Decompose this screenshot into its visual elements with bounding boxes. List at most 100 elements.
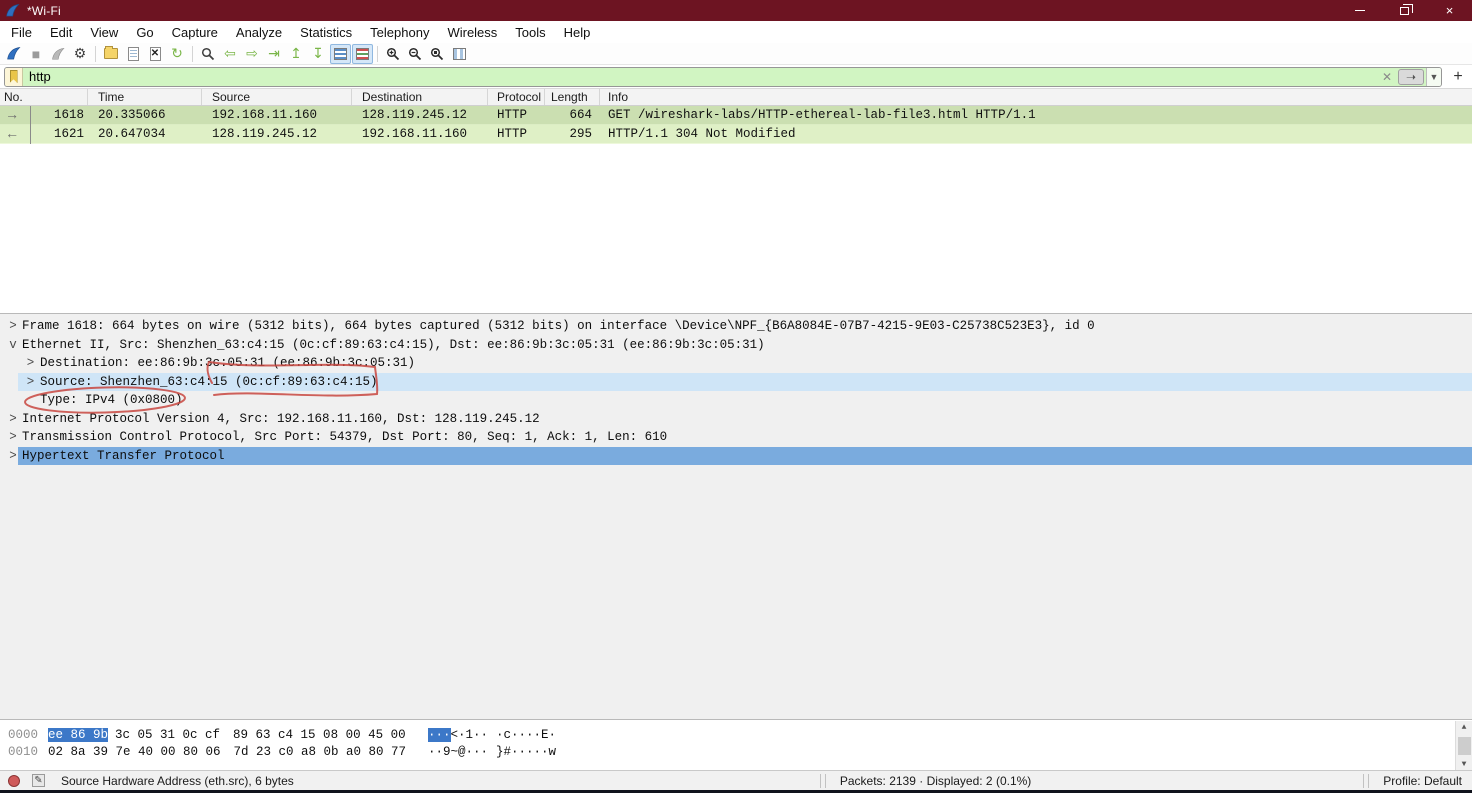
zoom-in-button[interactable] bbox=[383, 44, 404, 64]
expander-icon[interactable]: > bbox=[6, 430, 20, 444]
packet-count-status: Packets: 2139 · Displayed: 2 (0.1%) bbox=[840, 774, 1031, 788]
response-arrow-icon: ← bbox=[8, 125, 16, 144]
last-packet-button[interactable]: ↧ bbox=[308, 44, 329, 64]
reload-file-button[interactable]: ↻ bbox=[167, 44, 188, 64]
menu-go[interactable]: Go bbox=[127, 22, 162, 42]
close-button[interactable]: × bbox=[1427, 0, 1472, 21]
column-header-time[interactable]: Time bbox=[88, 89, 202, 105]
ascii-group1: ··9~@··· bbox=[428, 745, 488, 759]
ascii-group2: ·c····E· bbox=[496, 728, 556, 742]
expander-icon[interactable]: > bbox=[23, 356, 38, 370]
scroll-down-icon[interactable]: ▼ bbox=[1462, 760, 1467, 769]
save-file-icon bbox=[128, 47, 139, 61]
hex-ascii: ···<·1···c····E· bbox=[428, 727, 556, 744]
detail-eth-type[interactable]: Type: IPv4 (0x0800) bbox=[0, 391, 1472, 410]
menu-statistics[interactable]: Statistics bbox=[291, 22, 361, 42]
packet-row-1621[interactable]: ← 1621 20.647034 128.119.245.12 192.168.… bbox=[0, 125, 1472, 144]
filter-clear-button[interactable]: ✕ bbox=[1378, 70, 1396, 84]
expander-icon[interactable]: > bbox=[23, 375, 38, 389]
detail-eth-source-selected[interactable]: > Source: Shenzhen_63:c4:15 (0c:cf:89:63… bbox=[0, 373, 1472, 392]
previous-packet-button[interactable]: ⇦ bbox=[220, 44, 241, 64]
open-file-button[interactable] bbox=[101, 44, 122, 64]
capture-comment-icon[interactable]: ✎ bbox=[32, 774, 45, 787]
column-header-info[interactable]: Info bbox=[600, 89, 1472, 105]
menu-tools[interactable]: Tools bbox=[506, 22, 554, 42]
detail-ethernet[interactable]: v Ethernet II, Src: Shenzhen_63:c4:15 (0… bbox=[0, 336, 1472, 355]
colorize-toggle[interactable] bbox=[352, 44, 373, 64]
column-header-length[interactable]: Length bbox=[545, 89, 600, 105]
next-packet-button[interactable]: ⇨ bbox=[242, 44, 263, 64]
hex-line[interactable]: 0010 02 8a 39 7e 40 00 80 067d 23 c0 a8 … bbox=[0, 744, 1472, 761]
toolbar-separator bbox=[95, 46, 96, 62]
expander-icon[interactable]: > bbox=[6, 449, 20, 463]
menu-capture[interactable]: Capture bbox=[163, 22, 227, 42]
profile-status[interactable]: Profile: Default bbox=[1383, 774, 1462, 788]
resize-columns-button[interactable] bbox=[449, 44, 470, 64]
detail-eth-destination[interactable]: > Destination: ee:86:9b:3c:05:31 (ee:86:… bbox=[0, 354, 1472, 373]
packet-row-1618[interactable]: → 1618 20.335066 192.168.11.160 128.119.… bbox=[0, 106, 1472, 125]
hex-line[interactable]: 0000 ee 86 9b3c 05 31 0c cf89 63 c4 15 0… bbox=[0, 727, 1472, 744]
expander-icon[interactable]: > bbox=[6, 319, 20, 333]
hex-bytes: ee 86 9b3c 05 31 0c cf89 63 c4 15 08 00 … bbox=[48, 727, 406, 744]
menu-telephony[interactable]: Telephony bbox=[361, 22, 438, 42]
zoom-original-button[interactable] bbox=[427, 44, 448, 64]
filter-add-button[interactable]: + bbox=[1448, 67, 1468, 87]
column-header-source[interactable]: Source bbox=[202, 89, 352, 105]
scroll-up-icon[interactable]: ▲ bbox=[1462, 723, 1467, 732]
filter-bar: http ✕ ➝ ▼ + bbox=[0, 65, 1472, 89]
find-packet-button[interactable] bbox=[198, 44, 219, 64]
column-header-protocol[interactable]: Protocol bbox=[488, 89, 545, 105]
restart-capture-button[interactable] bbox=[48, 44, 69, 64]
start-capture-button[interactable] bbox=[4, 44, 25, 64]
statusbar-divider bbox=[820, 774, 821, 788]
ascii-group1: <·1·· bbox=[451, 728, 489, 742]
column-header-destination[interactable]: Destination bbox=[352, 89, 488, 105]
zoom-out-button[interactable] bbox=[405, 44, 426, 64]
menu-edit[interactable]: Edit bbox=[41, 22, 81, 42]
resize-columns-icon bbox=[453, 48, 466, 60]
auto-scroll-icon bbox=[334, 48, 347, 60]
expander-icon[interactable]: > bbox=[6, 412, 20, 426]
filter-dropdown-button[interactable]: ▼ bbox=[1426, 68, 1441, 86]
close-file-button[interactable]: ✕ bbox=[145, 44, 166, 64]
cell-time: 20.647034 bbox=[88, 127, 202, 141]
display-filter-input[interactable]: http ✕ ➝ ▼ bbox=[4, 67, 1442, 87]
restore-button[interactable] bbox=[1382, 0, 1427, 21]
column-header-no[interactable]: No. bbox=[0, 89, 88, 105]
hex-bytes-group1: 02 8a 39 7e 40 00 80 06 bbox=[48, 745, 221, 759]
menu-bar: File Edit View Go Capture Analyze Statis… bbox=[0, 21, 1472, 43]
detail-ip[interactable]: > Internet Protocol Version 4, Src: 192.… bbox=[0, 410, 1472, 429]
expert-info-icon[interactable] bbox=[8, 775, 20, 787]
hex-scrollbar[interactable]: ▲ ▼ bbox=[1455, 721, 1472, 771]
filter-bookmark-button[interactable] bbox=[5, 68, 23, 86]
bookmark-icon bbox=[10, 70, 18, 83]
first-packet-button[interactable]: ↥ bbox=[286, 44, 307, 64]
goto-packet-button[interactable]: ⇥ bbox=[264, 44, 285, 64]
menu-help[interactable]: Help bbox=[555, 22, 600, 42]
hex-selected-bytes: ee 86 9b bbox=[48, 728, 108, 742]
hex-bytes-group1: 3c 05 31 0c cf bbox=[115, 728, 220, 742]
capture-options-button[interactable]: ⚙ bbox=[70, 44, 91, 64]
scrollbar-thumb[interactable] bbox=[1458, 737, 1471, 755]
stop-capture-button[interactable]: ■ bbox=[26, 44, 47, 64]
menu-wireless[interactable]: Wireless bbox=[438, 22, 506, 42]
detail-frame[interactable]: > Frame 1618: 664 bytes on wire (5312 bi… bbox=[0, 317, 1472, 336]
menu-view[interactable]: View bbox=[81, 22, 127, 42]
magnifier-icon bbox=[201, 47, 215, 61]
hex-ascii: ··9~@··· }#·····w bbox=[428, 744, 556, 761]
detail-http-selected[interactable]: > Hypertext Transfer Protocol bbox=[0, 447, 1472, 466]
auto-scroll-toggle[interactable] bbox=[330, 44, 351, 64]
hex-bytes-group2: 7d 23 c0 a8 0b a0 80 77 bbox=[234, 745, 407, 759]
expander-icon[interactable]: v bbox=[6, 338, 20, 352]
menu-file[interactable]: File bbox=[2, 22, 41, 42]
statusbar-divider bbox=[1363, 774, 1364, 788]
cell-time: 20.335066 bbox=[88, 108, 202, 122]
detail-text: Transmission Control Protocol, Src Port:… bbox=[20, 430, 667, 444]
filter-value[interactable]: http bbox=[29, 69, 1378, 84]
minimize-button[interactable] bbox=[1337, 0, 1382, 21]
menu-analyze[interactable]: Analyze bbox=[227, 22, 291, 42]
save-file-button[interactable] bbox=[123, 44, 144, 64]
detail-tcp[interactable]: > Transmission Control Protocol, Src Por… bbox=[0, 428, 1472, 447]
ascii-group2: }#·····w bbox=[496, 745, 556, 759]
filter-apply-button[interactable]: ➝ bbox=[1398, 69, 1424, 85]
